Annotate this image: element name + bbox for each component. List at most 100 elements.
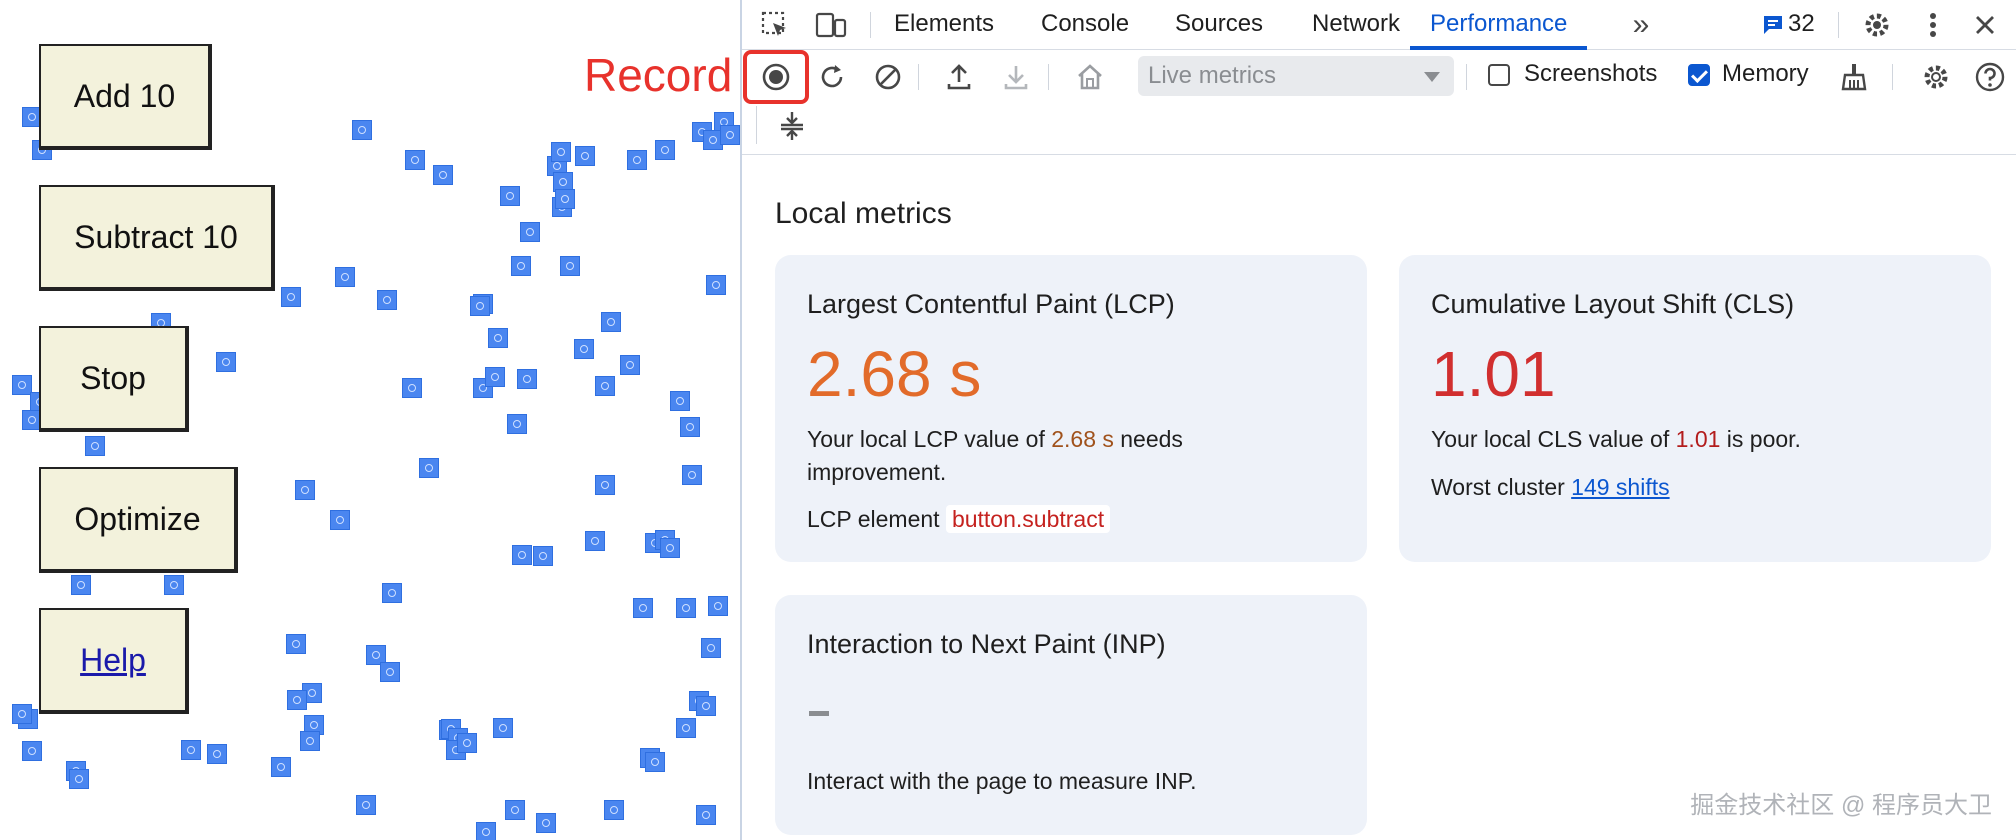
inspect-element-icon[interactable] [758,8,792,42]
close-devtools-icon[interactable] [1968,8,2002,42]
moving-logo-icon [720,125,740,145]
help-question-icon[interactable] [1972,59,2008,95]
collect-garbage-broom-icon[interactable] [1836,59,1872,95]
moving-logo-icon [493,718,513,738]
lcp-desc-suffix: needs [1113,426,1183,452]
record-icon[interactable] [758,59,794,95]
live-metrics-select[interactable]: Live metrics [1138,56,1454,96]
tab-elements[interactable]: Elements [894,0,994,50]
home-icon[interactable] [1072,59,1108,95]
moving-logo-icon [69,769,89,789]
issues-count[interactable]: 32 [1788,0,1815,50]
moving-logo-icon [12,704,32,724]
upload-profile-icon[interactable] [941,59,977,95]
memory-label[interactable]: Memory [1722,60,1809,88]
cls-desc-suffix: is poor. [1720,426,1801,452]
download-profile-icon[interactable] [998,59,1034,95]
moving-logo-icon [287,690,307,710]
record-callout-label: Record [584,49,733,101]
cls-description: Your local CLS value of 1.01 is poor. [1431,423,1801,456]
inp-title: Interaction to Next Paint (INP) [807,629,1166,659]
moving-logo-icon [356,795,376,815]
device-toolbar-icon[interactable] [814,8,848,42]
inp-empty-value-dash [809,711,829,716]
moving-logo-icon [85,436,105,456]
moving-logo-icon [604,800,624,820]
issues-message-icon[interactable] [1756,8,1790,42]
moving-logo-icon [655,140,675,160]
moving-logo-icon [670,391,690,411]
moving-logo-icon [271,757,291,777]
moving-logo-icon [696,805,716,825]
moving-logo-icon [627,150,647,170]
lcp-description: Your local LCP value of 2.68 s needs imp… [807,423,1183,489]
optimize-label: Optimize [74,500,201,537]
more-options-icon[interactable] [1916,8,1950,42]
lcp-element-node[interactable]: button.subtract [945,505,1111,533]
moving-logo-icon [575,146,595,166]
moving-logo-icon [533,546,553,566]
moving-logo-icon [620,355,640,375]
moving-logo-icon [377,290,397,310]
moving-logo-icon [585,531,605,551]
toolbar-second-row-divider [756,106,757,144]
add-10-button[interactable]: Add 10 [39,44,212,150]
moving-logo-icon [402,378,422,398]
settings-gear-icon[interactable] [1860,8,1894,42]
chevron-down-icon [1424,72,1440,82]
moving-logo-icon [536,813,556,833]
moving-logo-icon [682,465,702,485]
cls-worst-cluster-link[interactable]: 149 shifts [1571,474,1669,500]
moving-logo-icon [507,414,527,434]
moving-logo-icon [216,352,236,372]
moving-logo-icon [676,598,696,618]
inp-card: Interaction to Next Paint (INP) Interact… [775,595,1367,835]
optimize-button[interactable]: Optimize [39,467,238,573]
capture-settings-gear-icon[interactable] [1918,59,1954,95]
moving-logo-icon [335,267,355,287]
moving-logo-icon [560,256,580,276]
cls-worst-cluster-row: Worst cluster 149 shifts [1431,471,1670,504]
help-label[interactable]: Help [80,642,146,679]
cls-desc-value: 1.01 [1675,426,1721,452]
tabbar-divider [870,12,871,38]
cls-card: Cumulative Layout Shift (CLS) 1.01 Your … [1399,255,1991,562]
moving-logo-icon [488,328,508,348]
tab-sources[interactable]: Sources [1175,0,1263,50]
screenshots-checkbox[interactable] [1488,64,1510,86]
screenshots-label[interactable]: Screenshots [1524,60,1657,88]
moving-logo-icon [701,638,721,658]
memory-checkbox[interactable] [1688,64,1710,86]
inp-description: Interact with the page to measure INP. [807,768,1197,794]
devtools-panel: Elements Console Sources Network Perform… [740,0,2016,840]
moving-logo-icon [295,480,315,500]
moving-logo-icon [680,417,700,437]
moving-logo-icon [457,733,477,753]
lcp-desc-prefix: Your local LCP value of [807,426,1052,452]
lcp-element-label: LCP element [807,506,940,532]
toolbar-divider-1 [918,64,919,90]
reload-record-icon[interactable] [814,59,850,95]
add-10-label: Add 10 [73,77,176,114]
tabbar-divider-right [1838,12,1839,38]
moving-logo-icon [574,339,594,359]
tab-performance[interactable]: Performance [1410,0,1588,50]
lcp-element-row: LCP element button.subtract [807,503,1111,536]
subtract-10-button[interactable]: Subtract 10 [39,185,275,291]
moving-logo-icon [676,718,696,738]
moving-logo-icon [300,731,320,751]
stop-button[interactable]: Stop [39,326,189,432]
tab-console[interactable]: Console [1041,0,1129,50]
moving-logo-icon [330,510,350,530]
collapse-tracks-icon[interactable] [774,108,810,144]
moving-logo-icon [380,662,400,682]
clear-icon[interactable] [870,59,906,95]
moving-logo-icon [470,296,490,316]
tab-network[interactable]: Network [1312,0,1400,50]
toolbar-divider-4 [1892,64,1893,90]
moving-logo-icon [708,596,728,616]
performance-toolbar: Live metrics Screenshots Memory [742,50,2016,155]
more-tabs-chevron-icon[interactable]: » [1624,8,1658,42]
help-button[interactable]: Help [39,608,189,714]
cls-desc-prefix: Your local CLS value of [1431,426,1676,452]
